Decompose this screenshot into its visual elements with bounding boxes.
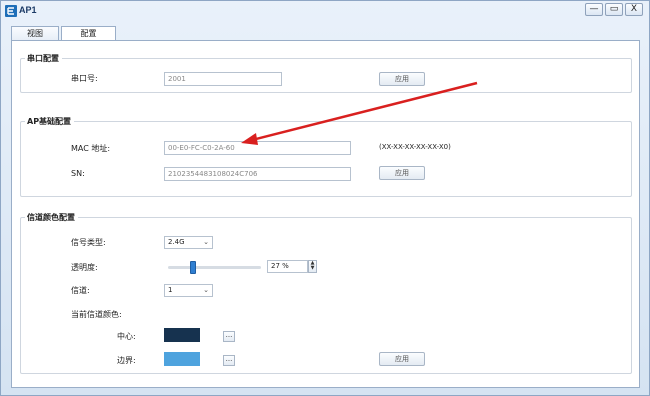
ap-basic-config-title: AP基础配置 bbox=[25, 116, 75, 127]
serial-port-field[interactable]: 2001 bbox=[164, 72, 282, 86]
ap1-window: AP1 — ▭ X 视图 配置 串口配置 串口号: 2001 应用 AP基础配置… bbox=[0, 0, 650, 396]
transparency-input[interactable]: 27 % bbox=[267, 260, 308, 273]
center-color-picker-button[interactable]: ... bbox=[223, 331, 235, 342]
signal-type-label: 信号类型: bbox=[71, 238, 106, 247]
window-title: AP1 bbox=[19, 5, 37, 15]
serial-apply-button[interactable]: 应用 bbox=[379, 72, 425, 86]
serial-port-label: 串口号: bbox=[71, 74, 98, 83]
maximize-button[interactable]: ▭ bbox=[605, 3, 623, 16]
channel-color-apply-button[interactable]: 应用 bbox=[379, 352, 425, 366]
current-channel-color-label: 当前信道颜色: bbox=[71, 310, 122, 319]
channel-select[interactable]: 1 ⌄ bbox=[164, 284, 213, 297]
app-logo-icon bbox=[5, 5, 17, 17]
mac-address-label: MAC 地址: bbox=[71, 144, 111, 153]
chevron-down-icon: ⌄ bbox=[203, 238, 209, 246]
minimize-button[interactable]: — bbox=[585, 3, 603, 16]
transparency-label: 透明度: bbox=[71, 263, 98, 272]
mac-address-field[interactable]: 00-E0-FC-C0-2A-60 bbox=[164, 141, 351, 155]
signal-type-value: 2.4G bbox=[168, 238, 185, 246]
ap-basic-apply-button[interactable]: 应用 bbox=[379, 166, 425, 180]
spin-down-icon[interactable]: ▼ bbox=[309, 266, 316, 271]
channel-value: 1 bbox=[168, 286, 173, 294]
transparency-slider-track[interactable] bbox=[168, 266, 261, 269]
ap-basic-config-group: AP基础配置 MAC 地址: 00-E0-FC-C0-2A-60 (XX-XX-… bbox=[20, 116, 632, 197]
sn-label: SN: bbox=[71, 169, 85, 178]
channel-color-config-title: 信道颜色配置 bbox=[25, 212, 78, 223]
config-panel: 串口配置 串口号: 2001 应用 AP基础配置 MAC 地址: 00-E0-F… bbox=[11, 40, 640, 388]
center-color-swatch bbox=[164, 328, 200, 342]
serial-config-title: 串口配置 bbox=[25, 53, 62, 64]
sn-field[interactable]: 2102354483108024C706 bbox=[164, 167, 351, 181]
channel-color-config-group: 信道颜色配置 信号类型: 2.4G ⌄ 透明度: 27 % ▲ ▼ 信道: 1 … bbox=[20, 212, 632, 374]
title-bar[interactable]: AP1 — ▭ X bbox=[1, 1, 649, 21]
transparency-spinner[interactable]: ▲ ▼ bbox=[308, 260, 317, 273]
tab-view[interactable]: 视图 bbox=[11, 26, 59, 41]
signal-type-select[interactable]: 2.4G ⌄ bbox=[164, 236, 213, 249]
border-color-picker-button[interactable]: ... bbox=[223, 355, 235, 366]
chevron-down-icon: ⌄ bbox=[203, 286, 209, 294]
close-button[interactable]: X bbox=[625, 3, 643, 16]
border-color-label: 边界: bbox=[117, 356, 136, 365]
center-color-label: 中心: bbox=[117, 332, 136, 341]
mac-format-hint: (XX-XX-XX-XX-XX-X0) bbox=[379, 143, 451, 151]
serial-config-group: 串口配置 串口号: 2001 应用 bbox=[20, 53, 632, 93]
border-color-swatch bbox=[164, 352, 200, 366]
transparency-slider-thumb[interactable] bbox=[190, 261, 197, 274]
channel-label: 信道: bbox=[71, 286, 90, 295]
